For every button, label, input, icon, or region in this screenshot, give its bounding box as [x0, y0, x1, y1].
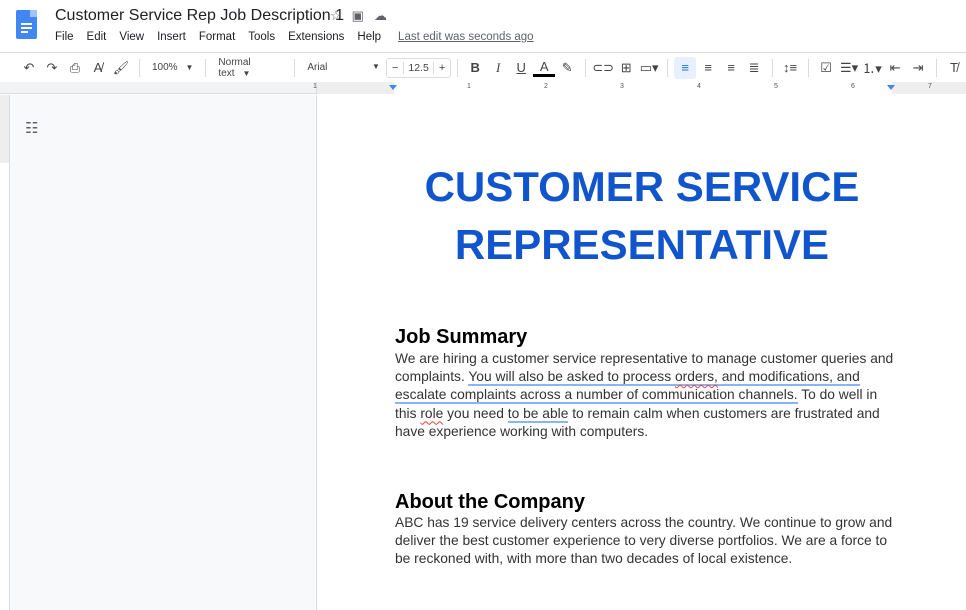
- divider: [667, 58, 669, 77]
- divider: [808, 58, 810, 77]
- divider: [294, 58, 296, 77]
- align-left-icon[interactable]: ≡: [674, 56, 697, 79]
- checklist-icon[interactable]: ☑: [815, 57, 837, 79]
- underline-button[interactable]: U: [510, 57, 532, 79]
- numbered-list-icon[interactable]: ⒈▾: [861, 57, 883, 79]
- comment-icon[interactable]: ⊞: [615, 57, 637, 79]
- app-header: Customer Service Rep Job Description 1 ☆…: [0, 0, 966, 52]
- font-value: Arial: [307, 62, 328, 73]
- ruler-label: 7: [928, 83, 932, 90]
- menu-help[interactable]: Help: [357, 31, 381, 43]
- chevron-down-icon: ▼: [185, 63, 194, 72]
- paint-format-icon[interactable]: 🖌: [110, 57, 132, 79]
- section-heading-job-summary: Job Summary: [395, 326, 528, 348]
- spelling-error[interactable]: orders,: [675, 369, 718, 384]
- bulleted-list-icon[interactable]: ☰▾: [838, 57, 860, 79]
- horizontal-ruler[interactable]: 1 1 2 3 4 5 6 7: [0, 82, 966, 94]
- document-page[interactable]: CUSTOMER SERVICE REPRESENTATIVE Job Summ…: [316, 95, 966, 610]
- image-icon[interactable]: ▭▾: [638, 57, 660, 79]
- decrease-indent-icon[interactable]: ⇤: [884, 57, 906, 79]
- star-icon[interactable]: ☆: [330, 8, 342, 24]
- font-size-stepper: − 12.5 +: [385, 57, 452, 78]
- menu-tools[interactable]: Tools: [248, 31, 275, 43]
- menu-format[interactable]: Format: [199, 31, 235, 43]
- outline-panel: [0, 95, 316, 610]
- menu-file[interactable]: File: [55, 31, 74, 43]
- ruler-label: 2: [544, 83, 548, 90]
- menu-edit[interactable]: Edit: [87, 31, 107, 43]
- chevron-down-icon: ▼: [242, 68, 251, 78]
- left-indent-marker[interactable]: [389, 85, 397, 90]
- menu-insert[interactable]: Insert: [157, 31, 186, 43]
- spellcheck-icon[interactable]: A̸: [87, 57, 109, 79]
- menu-bar: File Edit View Insert Format Tools Exten…: [55, 31, 547, 43]
- link-icon[interactable]: ⊂⊃: [592, 57, 614, 79]
- italic-button[interactable]: I: [487, 57, 509, 79]
- divider: [936, 58, 937, 77]
- section-heading-about-company: About the Company: [395, 491, 585, 513]
- divider: [585, 58, 587, 77]
- undo-icon[interactable]: ↶: [18, 57, 40, 79]
- ruler-label: 3: [620, 83, 624, 90]
- line-spacing-icon[interactable]: ↕≡: [779, 57, 801, 79]
- document-title[interactable]: Customer Service Rep Job Description 1: [55, 7, 344, 25]
- ruler-label: 1: [313, 83, 317, 90]
- last-edit-link[interactable]: Last edit was seconds ago: [398, 31, 534, 43]
- divider: [772, 58, 774, 77]
- ruler-page: [316, 82, 966, 94]
- docs-logo-icon[interactable]: [16, 10, 37, 39]
- font-select[interactable]: Arial ▼: [301, 62, 386, 73]
- divider: [139, 58, 140, 77]
- about-company-paragraph: ABC has 19 service delivery centers acro…: [395, 515, 893, 567]
- highlight-icon[interactable]: ✎: [556, 57, 578, 79]
- divider: [205, 58, 207, 77]
- ruler-label: 1: [467, 83, 471, 90]
- text: you need: [443, 405, 508, 421]
- ruler-label: 4: [697, 83, 701, 90]
- bold-button[interactable]: B: [464, 57, 486, 79]
- document-outline-icon[interactable]: ☷: [25, 119, 38, 137]
- ruler-label: 5: [774, 83, 778, 90]
- zoom-select[interactable]: 100% ▼: [146, 62, 200, 73]
- decrease-font-size-button[interactable]: −: [387, 62, 403, 74]
- text: You will also be asked to process: [468, 369, 675, 385]
- job-summary-paragraph: We are hiring a customer service represe…: [395, 350, 895, 441]
- align-center-icon[interactable]: ≡: [697, 57, 719, 79]
- justify-icon[interactable]: ≣: [743, 57, 765, 79]
- cloud-saved-icon[interactable]: ☁: [374, 8, 387, 24]
- clear-formatting-icon[interactable]: T̸: [943, 57, 965, 79]
- style-select[interactable]: Normal text ▼: [212, 57, 288, 79]
- right-indent-marker[interactable]: [887, 85, 895, 90]
- grammar-suggestion[interactable]: to be able: [507, 405, 569, 423]
- chevron-down-icon: ▼: [372, 62, 380, 71]
- increase-font-size-button[interactable]: +: [434, 62, 450, 74]
- redo-icon[interactable]: ↷: [41, 57, 63, 79]
- vertical-ruler[interactable]: [0, 95, 10, 610]
- ruler-label: 6: [851, 83, 855, 90]
- spelling-error[interactable]: role: [420, 406, 443, 421]
- print-icon[interactable]: ⎙: [64, 57, 86, 79]
- divider: [457, 58, 459, 77]
- move-to-folder-icon[interactable]: ▣: [352, 8, 364, 24]
- menu-extensions[interactable]: Extensions: [288, 31, 344, 43]
- zoom-value: 100%: [151, 62, 178, 73]
- document-heading: CUSTOMER SERVICE REPRESENTATIVE: [317, 158, 966, 274]
- toolbar: ↶ ↷ ⎙ A̸ 🖌 100% ▼ Normal text ▼ Arial ▼ − 1…: [0, 52, 966, 82]
- increase-indent-icon[interactable]: ⇥: [907, 57, 929, 79]
- ruler-left-margin: [317, 82, 394, 94]
- font-size-input[interactable]: 12.5: [403, 61, 434, 74]
- menu-view[interactable]: View: [119, 31, 144, 43]
- align-right-icon[interactable]: ≡: [720, 57, 742, 79]
- heading-line: CUSTOMER SERVICE: [424, 163, 860, 210]
- text-color-button[interactable]: A: [533, 59, 556, 77]
- heading-line: REPRESENTATIVE: [454, 221, 830, 268]
